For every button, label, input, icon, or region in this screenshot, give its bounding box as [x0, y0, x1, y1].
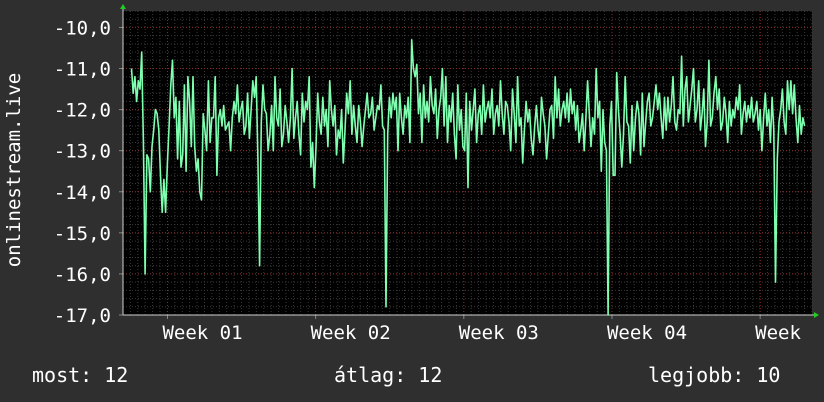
y-tick-label: -15,0: [54, 223, 111, 245]
y-tick-label: -13,0: [54, 141, 111, 163]
x-tick-label: Week 03: [459, 322, 539, 344]
x-tick-label: Week 04: [607, 322, 687, 344]
chart-panel: -10,0 -11,0 -12,0 -13,0 -14,0 -15,0 -16,0 -17,0…: [0, 0, 824, 402]
y-tick-label: -16,0: [54, 264, 111, 286]
y-tick-label: -10,0: [54, 17, 111, 39]
stat-average: átlag: 12: [334, 363, 443, 387]
y-tick-label: -11,0: [54, 59, 111, 81]
y-axis-label-text: onlinestream.live: [3, 72, 25, 268]
y-tick-label: -12,0: [54, 100, 111, 122]
x-axis-arrow: [814, 312, 819, 318]
x-tick-label: Week 01: [162, 322, 242, 344]
x-tick-label: Week 02: [311, 322, 391, 344]
x-tick-label: Week: [755, 322, 801, 344]
stat-current: most: 12: [32, 363, 129, 387]
y-axis-arrow: [120, 4, 126, 9]
y-tick-label: -14,0: [54, 182, 111, 204]
y-axis-label: onlinestream.live: [3, 60, 25, 280]
y-tick-label: -17,0: [54, 305, 111, 327]
line-chart: -10,0 -11,0 -12,0 -13,0 -14,0 -15,0 -16,0 -17,0…: [54, 4, 819, 344]
stat-best: legjobb: 10: [648, 363, 781, 387]
